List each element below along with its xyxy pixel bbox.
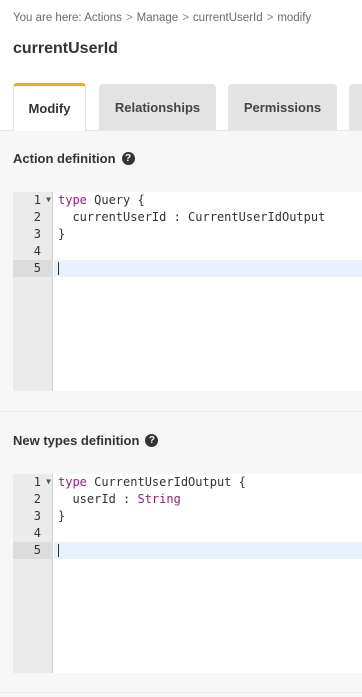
editor-line: 3 } bbox=[13, 508, 362, 525]
code-text: userId : bbox=[58, 492, 138, 506]
types-definition-heading: New types definition ? bbox=[13, 433, 159, 448]
line-number: 4 bbox=[33, 526, 41, 540]
editor-active-line: 5 bbox=[13, 542, 362, 559]
code-keyword: type bbox=[58, 475, 87, 489]
code-text: } bbox=[58, 509, 66, 523]
action-definition-heading: Action definition ? bbox=[13, 151, 135, 166]
tab-permissions[interactable]: Permissions bbox=[228, 84, 337, 130]
line-number: 3 bbox=[33, 509, 41, 523]
tab-relationships[interactable]: Relationships bbox=[99, 84, 216, 130]
code-text: currentUserId : CurrentUserIdOutput bbox=[58, 210, 326, 224]
breadcrumb: You are here: Actions > Manage > currentUser… bbox=[13, 12, 311, 24]
tab-modify[interactable]: Modify bbox=[13, 83, 86, 131]
section-divider bbox=[0, 411, 362, 412]
editor-line: 1 ▼ type CurrentUserIdOutput { bbox=[13, 474, 362, 491]
page-title: currentUserId bbox=[13, 40, 118, 57]
help-icon[interactable]: ? bbox=[121, 152, 135, 165]
editor-active-line: 5 bbox=[13, 260, 362, 277]
help-icon[interactable]: ? bbox=[145, 434, 159, 447]
editor-line: 2 currentUserId : CurrentUserIdOutput bbox=[13, 209, 362, 226]
line-number: 1 bbox=[33, 193, 41, 207]
editor-line: 1 ▼ type Query { bbox=[13, 192, 362, 209]
breadcrumb-item-current: modify bbox=[277, 12, 312, 24]
editor-line: 2 userId : String bbox=[13, 491, 362, 508]
line-number: 2 bbox=[33, 492, 41, 506]
breadcrumb-prefix: You are here: bbox=[13, 12, 82, 24]
text-cursor bbox=[58, 262, 59, 275]
fold-arrow-icon[interactable]: ▼ bbox=[46, 474, 51, 490]
code-text: CurrentUserIdOutput { bbox=[86, 475, 246, 489]
breadcrumb-item-action[interactable]: currentUserId bbox=[193, 12, 263, 24]
editor-line: 4 bbox=[13, 243, 362, 260]
section-divider bbox=[0, 692, 362, 693]
action-definition-title: Action definition bbox=[13, 151, 116, 166]
types-definition-title: New types definition bbox=[13, 433, 140, 448]
tab-overflow[interactable] bbox=[349, 84, 362, 130]
text-cursor bbox=[58, 544, 59, 557]
breadcrumb-separator: > bbox=[182, 12, 189, 24]
editor-line: 4 bbox=[13, 525, 362, 542]
types-definition-editor[interactable]: 1 ▼ type CurrentUserIdOutput { 2 userId :… bbox=[13, 474, 362, 673]
breadcrumb-separator: > bbox=[125, 12, 133, 24]
line-number: 1 bbox=[33, 475, 41, 489]
breadcrumb-item-manage[interactable]: Manage bbox=[137, 12, 179, 24]
line-number: 4 bbox=[33, 244, 41, 258]
line-number: 3 bbox=[33, 227, 41, 241]
code-type: String bbox=[137, 492, 181, 506]
editor-line: 3 } bbox=[13, 226, 362, 243]
code-text: Query { bbox=[86, 193, 145, 207]
line-number: 2 bbox=[33, 210, 41, 224]
code-keyword: type bbox=[58, 193, 87, 207]
line-number: 5 bbox=[33, 261, 41, 275]
action-definition-editor[interactable]: 1 ▼ type Query { 2 currentUserId : Curren… bbox=[13, 192, 362, 391]
fold-arrow-icon[interactable]: ▼ bbox=[46, 192, 51, 208]
line-number: 5 bbox=[33, 543, 41, 557]
code-text bbox=[54, 260, 362, 277]
breadcrumb-item-actions[interactable]: Actions bbox=[84, 12, 122, 24]
code-text: } bbox=[58, 227, 66, 241]
code-text bbox=[54, 542, 362, 559]
breadcrumb-separator: > bbox=[266, 12, 274, 24]
